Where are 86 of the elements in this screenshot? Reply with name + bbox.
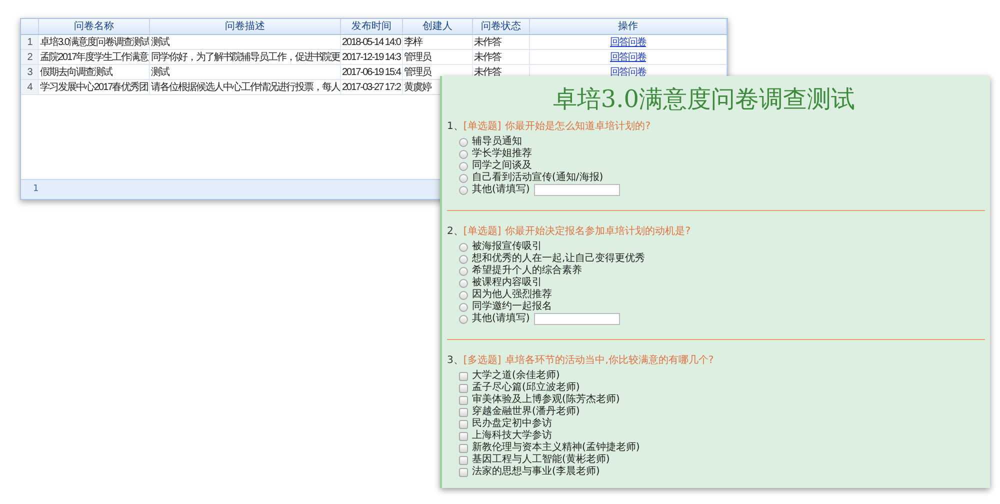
radio-button[interactable]: [459, 242, 468, 252]
radio-button[interactable]: [459, 302, 468, 312]
input-field[interactable]: [534, 184, 620, 196]
option-label: 孟子尽心篇(邱立波老师): [472, 382, 580, 394]
option-label: 同学之间谈及: [472, 160, 532, 172]
option-label: 被课程内容吸引: [472, 277, 542, 288]
column-header[interactable]: 创建人: [403, 19, 473, 34]
option-label: 学长学姐推荐: [472, 148, 532, 160]
answer-link[interactable]: 回答问卷: [610, 37, 646, 48]
option-label: 民办盘定初中参访: [472, 418, 552, 430]
table-cell: 未作答: [474, 52, 501, 63]
table-cell: 2018-05-14 14:0: [342, 37, 400, 48]
column-header[interactable]: 问卷状态: [473, 19, 530, 34]
row-number: 1: [27, 37, 32, 48]
option-label: 法家的思想与事业(李晨老师): [472, 466, 600, 478]
question-number: 3、: [447, 354, 464, 368]
checkbox[interactable]: [459, 468, 468, 476]
column-header[interactable]: 问卷描述: [150, 19, 341, 34]
radio-button[interactable]: [459, 254, 468, 264]
checkbox[interactable]: [459, 372, 468, 380]
checkbox[interactable]: [459, 384, 468, 392]
table-cell: 请各位根据候选人中心工作情况进行投票，每人: [151, 82, 340, 93]
question-text: 卓培各环节的活动当中,你比较满意的有哪几个?: [505, 354, 714, 368]
option-label: 自己看到活动宣传(通知/海报): [472, 172, 604, 184]
question-text: 你最开始决定报名参加卓培计划的动机是?: [505, 225, 690, 239]
row-number: 3: [27, 67, 32, 78]
table-cell: 学习发展中心2017春优秀团: [40, 82, 148, 93]
option-label: 其他(请填写): [472, 184, 530, 196]
checkbox[interactable]: [459, 408, 468, 416]
radio-button[interactable]: [459, 266, 468, 276]
question-type: [单选题]: [463, 225, 502, 239]
column-header[interactable]: 发布时间: [341, 19, 403, 34]
table-cell: 管理员: [404, 67, 431, 78]
table-cell: 2017-03-27 17:2: [342, 82, 400, 93]
table-cell: 管理员: [404, 52, 431, 63]
radio-button[interactable]: [459, 138, 468, 146]
checkbox[interactable]: [459, 396, 468, 404]
checkbox[interactable]: [459, 456, 468, 464]
option-label: 穿越金融世界(潘丹老师): [472, 406, 580, 418]
table-cell: 测试: [151, 37, 169, 48]
question-number: 1、: [447, 120, 464, 134]
table-cell: 假期去向调查测试: [40, 67, 112, 78]
page-number[interactable]: 1: [33, 182, 39, 196]
radio-button[interactable]: [459, 290, 468, 300]
column-header[interactable]: 问卷名称: [39, 19, 150, 34]
option-label: 希望提升个人的综合素养: [472, 265, 582, 276]
table-cell: 未作答: [474, 37, 501, 48]
option-label: 被海报宣传吸引: [472, 241, 542, 252]
option-label: 新教伦理与资本主义精神(孟钟捷老师): [472, 442, 640, 454]
survey-title: 卓培3.0满意度问卷调查测试: [552, 84, 855, 115]
option-label: 其他(请填写): [472, 313, 530, 325]
question-type: [多选题]: [463, 354, 502, 368]
checkbox[interactable]: [459, 444, 468, 452]
answer-link[interactable]: 回答问卷: [610, 67, 646, 78]
table-cell: 黄虞婷: [404, 82, 431, 93]
question-text: 你最开始是怎么知道卓培计划的?: [505, 120, 650, 134]
column-header[interactable]: 操作: [530, 19, 727, 34]
checkbox[interactable]: [459, 420, 468, 428]
table-cell: 李梓: [404, 37, 422, 48]
question-type: [单选题]: [463, 120, 502, 134]
radio-button[interactable]: [459, 314, 468, 324]
radio-button[interactable]: [459, 150, 468, 158]
answer-link[interactable]: 回答问卷: [610, 52, 646, 63]
option-label: 上海科技大学参访: [472, 430, 552, 442]
table-cell: 2017-06-19 15:4: [342, 67, 400, 78]
option-label: 大学之道(余佳老师): [472, 370, 560, 382]
table-cell: 测试: [151, 67, 169, 78]
option-label: 辅导员通知: [472, 136, 522, 148]
radio-button[interactable]: [459, 162, 468, 170]
radio-button[interactable]: [459, 174, 468, 182]
option-label: 同学邀约一起报名: [472, 301, 552, 312]
input-field[interactable]: [534, 313, 620, 325]
option-label: 想和优秀的人在一起,让自己变得更优秀: [472, 253, 646, 264]
radio-button[interactable]: [459, 186, 468, 194]
row-number: 4: [27, 82, 32, 93]
option-label: 基因工程与人工智能(黄彬老师): [472, 454, 610, 466]
option-label: 因为他人强烈推荐: [472, 289, 552, 300]
row-number: 2: [27, 52, 32, 63]
option-label: 审美体验及上博参观(陈芳杰老师): [472, 394, 620, 406]
question-number: 2、: [447, 225, 464, 239]
table-cell: 未作答: [474, 67, 501, 78]
table-cell: 同学你好，为了解书院辅导员工作，促进书院更: [151, 52, 340, 63]
checkbox[interactable]: [459, 432, 468, 440]
table-cell: 孟院2017年度学生工作满意: [40, 52, 148, 63]
radio-button[interactable]: [459, 278, 468, 288]
table-cell: 2017-12-19 14:3: [342, 52, 400, 63]
